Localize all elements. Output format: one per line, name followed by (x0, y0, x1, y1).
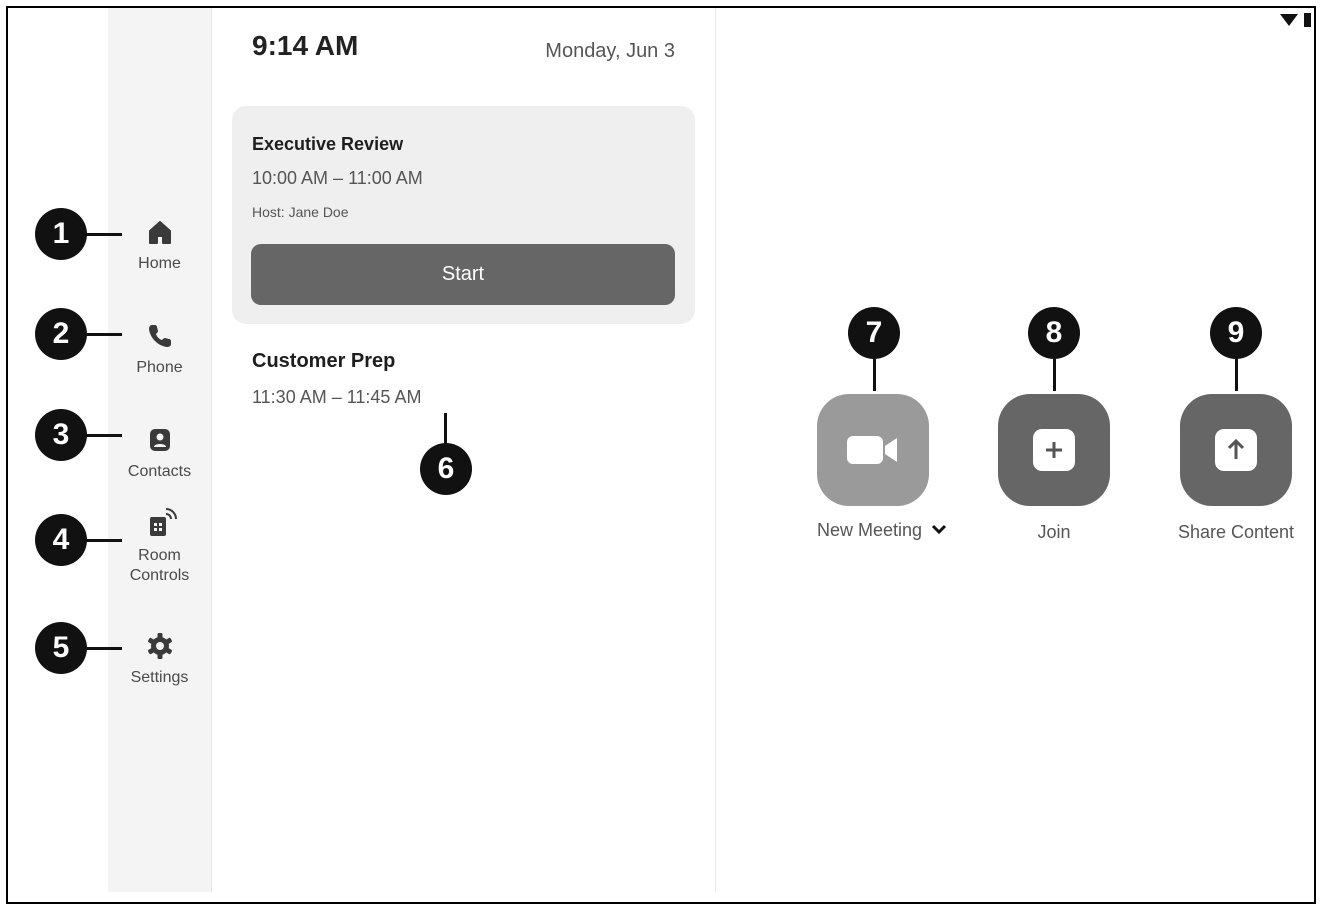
meeting-host: Host: Jane Doe (252, 204, 349, 220)
callout-leader (873, 359, 876, 391)
callout-7: 7 (848, 307, 900, 359)
join-button[interactable] (998, 394, 1110, 506)
share-up-arrow-icon (1215, 429, 1257, 471)
meeting-time: 10:00 AM – 11:00 AM (252, 168, 423, 188)
share-content-button[interactable] (1180, 394, 1292, 506)
current-time: 9:14 AM (252, 30, 359, 61)
gear-icon (147, 633, 172, 659)
sidebar-item-label: Settings (130, 669, 189, 686)
start-meeting-button[interactable]: Start (251, 244, 675, 305)
share-content-label: Share Content (1177, 522, 1295, 542)
callout-9: 9 (1210, 307, 1262, 359)
sidebar-item-label: Home (138, 255, 181, 272)
callout-8: 8 (1028, 307, 1080, 359)
video-camera-icon (847, 436, 897, 464)
callout-leader (86, 647, 122, 650)
callout-leader (1053, 359, 1056, 391)
current-date: Monday, Jun 3 (545, 40, 675, 62)
sidebar-item-home[interactable]: Home (108, 214, 211, 274)
new-meeting-label[interactable]: New Meeting (817, 520, 957, 541)
meeting-title[interactable]: Customer Prep (252, 350, 395, 373)
chevron-down-icon[interactable] (931, 524, 947, 536)
callout-leader (86, 539, 122, 542)
callout-leader (86, 233, 122, 236)
sidebar-item-label: Contacts (127, 463, 192, 480)
plus-icon (1033, 429, 1075, 471)
callout-leader (1235, 359, 1238, 391)
sidebar-item-label: Phone (136, 359, 183, 376)
room-controls-icon (149, 508, 177, 536)
join-label: Join (1037, 522, 1071, 542)
status-bar (1278, 12, 1312, 33)
callout-6: 6 (420, 443, 472, 495)
wifi-battery-icon (1280, 13, 1311, 27)
callout-3: 3 (35, 409, 87, 461)
callout-2: 2 (35, 308, 87, 360)
meeting-time: 11:30 AM – 11:45 AM (252, 387, 422, 407)
sidebar-item-room-controls[interactable]: Room Controls (108, 506, 211, 586)
callout-leader (86, 333, 122, 336)
sidebar-item-label: Room Controls (129, 547, 190, 584)
callout-4: 4 (35, 514, 87, 566)
callout-1: 1 (35, 208, 87, 260)
callout-5: 5 (35, 622, 87, 674)
callout-leader (86, 434, 122, 437)
new-meeting-button[interactable] (817, 394, 929, 506)
contacts-icon (149, 429, 170, 451)
sidebar-item-settings[interactable]: Settings (108, 628, 211, 688)
meeting-title: Executive Review (252, 134, 404, 154)
phone-icon (148, 325, 171, 347)
callout-leader (444, 413, 447, 443)
sidebar-item-phone[interactable]: Phone (108, 318, 211, 378)
sidebar-item-contacts[interactable]: Contacts (108, 422, 211, 482)
home-icon (148, 221, 171, 244)
